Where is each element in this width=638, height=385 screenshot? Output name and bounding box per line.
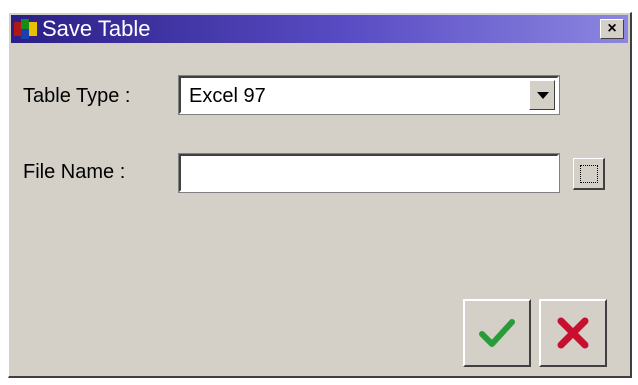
save-table-dialog: Save Table × Table Type : Excel 97 File …	[8, 12, 632, 378]
window-title: Save Table	[42, 16, 151, 41]
close-icon: ×	[607, 20, 617, 37]
checkmark-icon	[479, 319, 515, 347]
close-button[interactable]: ×	[600, 19, 624, 39]
table-type-label: Table Type :	[23, 85, 131, 107]
table-type-select[interactable]: Excel 97	[178, 75, 560, 115]
table-type-value: Excel 97	[189, 85, 266, 107]
app-icon	[14, 18, 38, 40]
chevron-down-icon[interactable]	[529, 80, 555, 110]
ok-button[interactable]	[463, 299, 531, 367]
cross-icon	[557, 317, 589, 349]
file-name-input[interactable]	[178, 153, 560, 193]
cancel-button[interactable]	[539, 299, 607, 367]
title-bar[interactable]: Save Table ×	[11, 15, 628, 43]
file-name-label: File Name :	[23, 161, 126, 183]
browse-button[interactable]	[573, 158, 605, 190]
